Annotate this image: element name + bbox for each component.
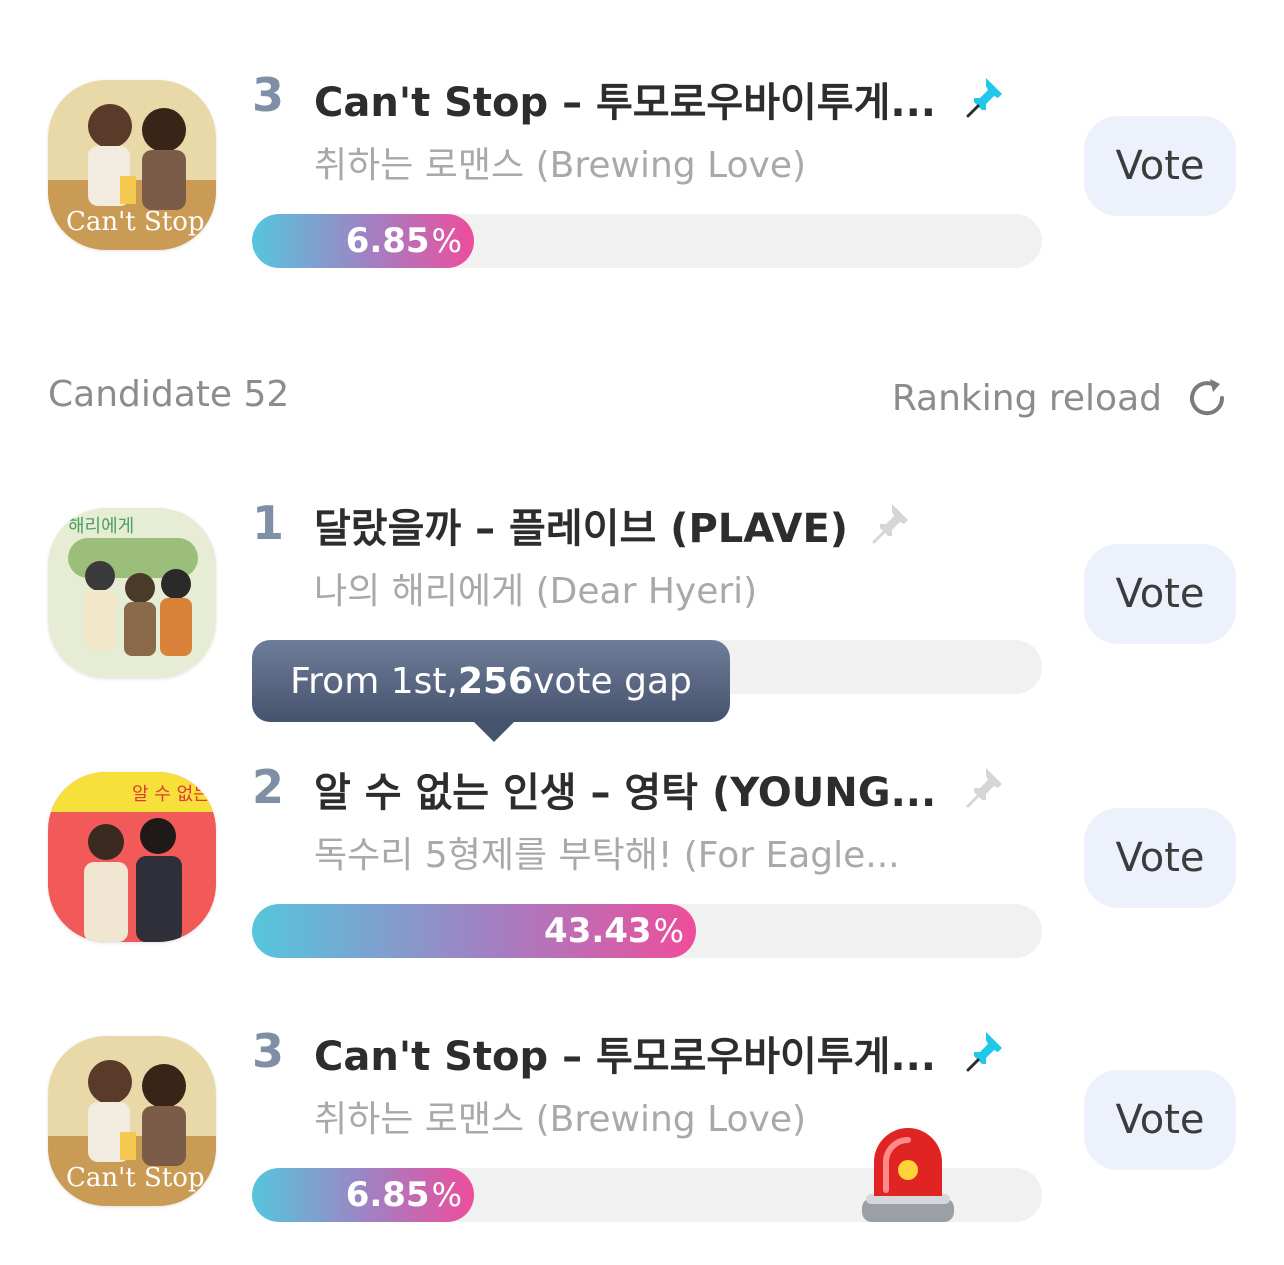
vote-progress-fill: 43.43% xyxy=(252,904,696,958)
vote-progress-bar: 6.85% xyxy=(252,214,1042,268)
tooltip-suffix: vote gap xyxy=(533,660,692,702)
album-art-brewing-love: Can't Stop xyxy=(48,1036,216,1206)
album-thumbnail: Can't Stop xyxy=(48,80,216,250)
ranking-item-3[interactable]: Can't Stop 3 Can't Stop – 투모로우바이투게... 취하… xyxy=(0,1024,1284,1228)
svg-text:Can't Stop: Can't Stop xyxy=(66,207,205,237)
tooltip-gap-number: 256 xyxy=(457,660,534,702)
vote-button[interactable]: Vote xyxy=(1084,1070,1236,1170)
vote-button[interactable]: Vote xyxy=(1084,116,1236,216)
song-title: 달랐을까 – 플레이브 (PLAVE) xyxy=(314,506,849,552)
vote-button[interactable]: Vote xyxy=(1084,544,1236,644)
ranking-item-2[interactable]: 알 수 없는 2 알 수 없는 인생 – 영탁 (YOUNG... 독수리 5형… xyxy=(0,760,1284,964)
album-art-for-eagle-brothers: 알 수 없는 xyxy=(48,772,216,942)
vote-progress-bar: 43.43% xyxy=(252,904,1042,958)
album-thumbnail: 알 수 없는 xyxy=(48,772,216,942)
vote-progress-fill: 6.85% xyxy=(252,1168,474,1222)
vote-gap-tooltip: From 1st, 256 vote gap xyxy=(252,640,730,722)
reload-icon[interactable] xyxy=(1184,375,1230,421)
album-art-dear-hyeri: 해리에게 xyxy=(48,508,216,678)
tooltip-tail xyxy=(472,720,516,742)
album-thumbnail: 해리에게 xyxy=(48,508,216,678)
ranking-reload-button[interactable]: Ranking reload xyxy=(892,370,1230,426)
rank-number: 2 xyxy=(252,760,285,814)
song-subtitle: 나의 해리에게 (Dear Hyeri) xyxy=(314,571,758,612)
rank-number: 1 xyxy=(252,496,285,550)
song-subtitle: 독수리 5형제를 부탁해! (For Eagle... xyxy=(314,835,900,876)
vote-percentage: 6.85% xyxy=(345,221,462,261)
song-title: Can't Stop – 투모로우바이투게... xyxy=(314,80,936,126)
pin-icon[interactable] xyxy=(964,760,1014,810)
candidate-count: Candidate 52 xyxy=(48,374,290,415)
song-subtitle: 취하는 로맨스 (Brewing Love) xyxy=(314,145,807,186)
vote-button[interactable]: Vote xyxy=(1084,808,1236,908)
siren-icon xyxy=(862,1128,954,1222)
svg-text:알 수 없는: 알 수 없는 xyxy=(132,784,210,805)
svg-text:해리에게: 해리에게 xyxy=(68,516,134,537)
pin-icon[interactable] xyxy=(870,496,920,546)
vote-percentage: 6.85% xyxy=(345,1175,462,1215)
song-subtitle: 취하는 로맨스 (Brewing Love) xyxy=(314,1099,807,1140)
ranking-reload-label: Ranking reload xyxy=(891,377,1162,419)
vote-progress-fill: 6.85% xyxy=(252,214,474,268)
song-title: 알 수 없는 인생 – 영탁 (YOUNG... xyxy=(314,770,937,816)
song-title: Can't Stop – 투모로우바이투게... xyxy=(314,1034,936,1080)
pin-icon[interactable] xyxy=(964,70,1014,120)
pin-icon[interactable] xyxy=(964,1024,1014,1074)
ranking-item-top[interactable]: Can't Stop 3 Can't Stop – 투모로우바이투게... 취하… xyxy=(0,0,1284,268)
album-art-brewing-love: Can't Stop xyxy=(48,80,216,250)
rank-number: 3 xyxy=(252,1024,285,1078)
svg-text:Can't Stop: Can't Stop xyxy=(66,1163,205,1193)
rank-number: 3 xyxy=(252,68,285,122)
tooltip-prefix: From 1st, xyxy=(290,660,458,702)
album-thumbnail: Can't Stop xyxy=(48,1036,216,1206)
vote-percentage: 43.43% xyxy=(544,911,684,951)
